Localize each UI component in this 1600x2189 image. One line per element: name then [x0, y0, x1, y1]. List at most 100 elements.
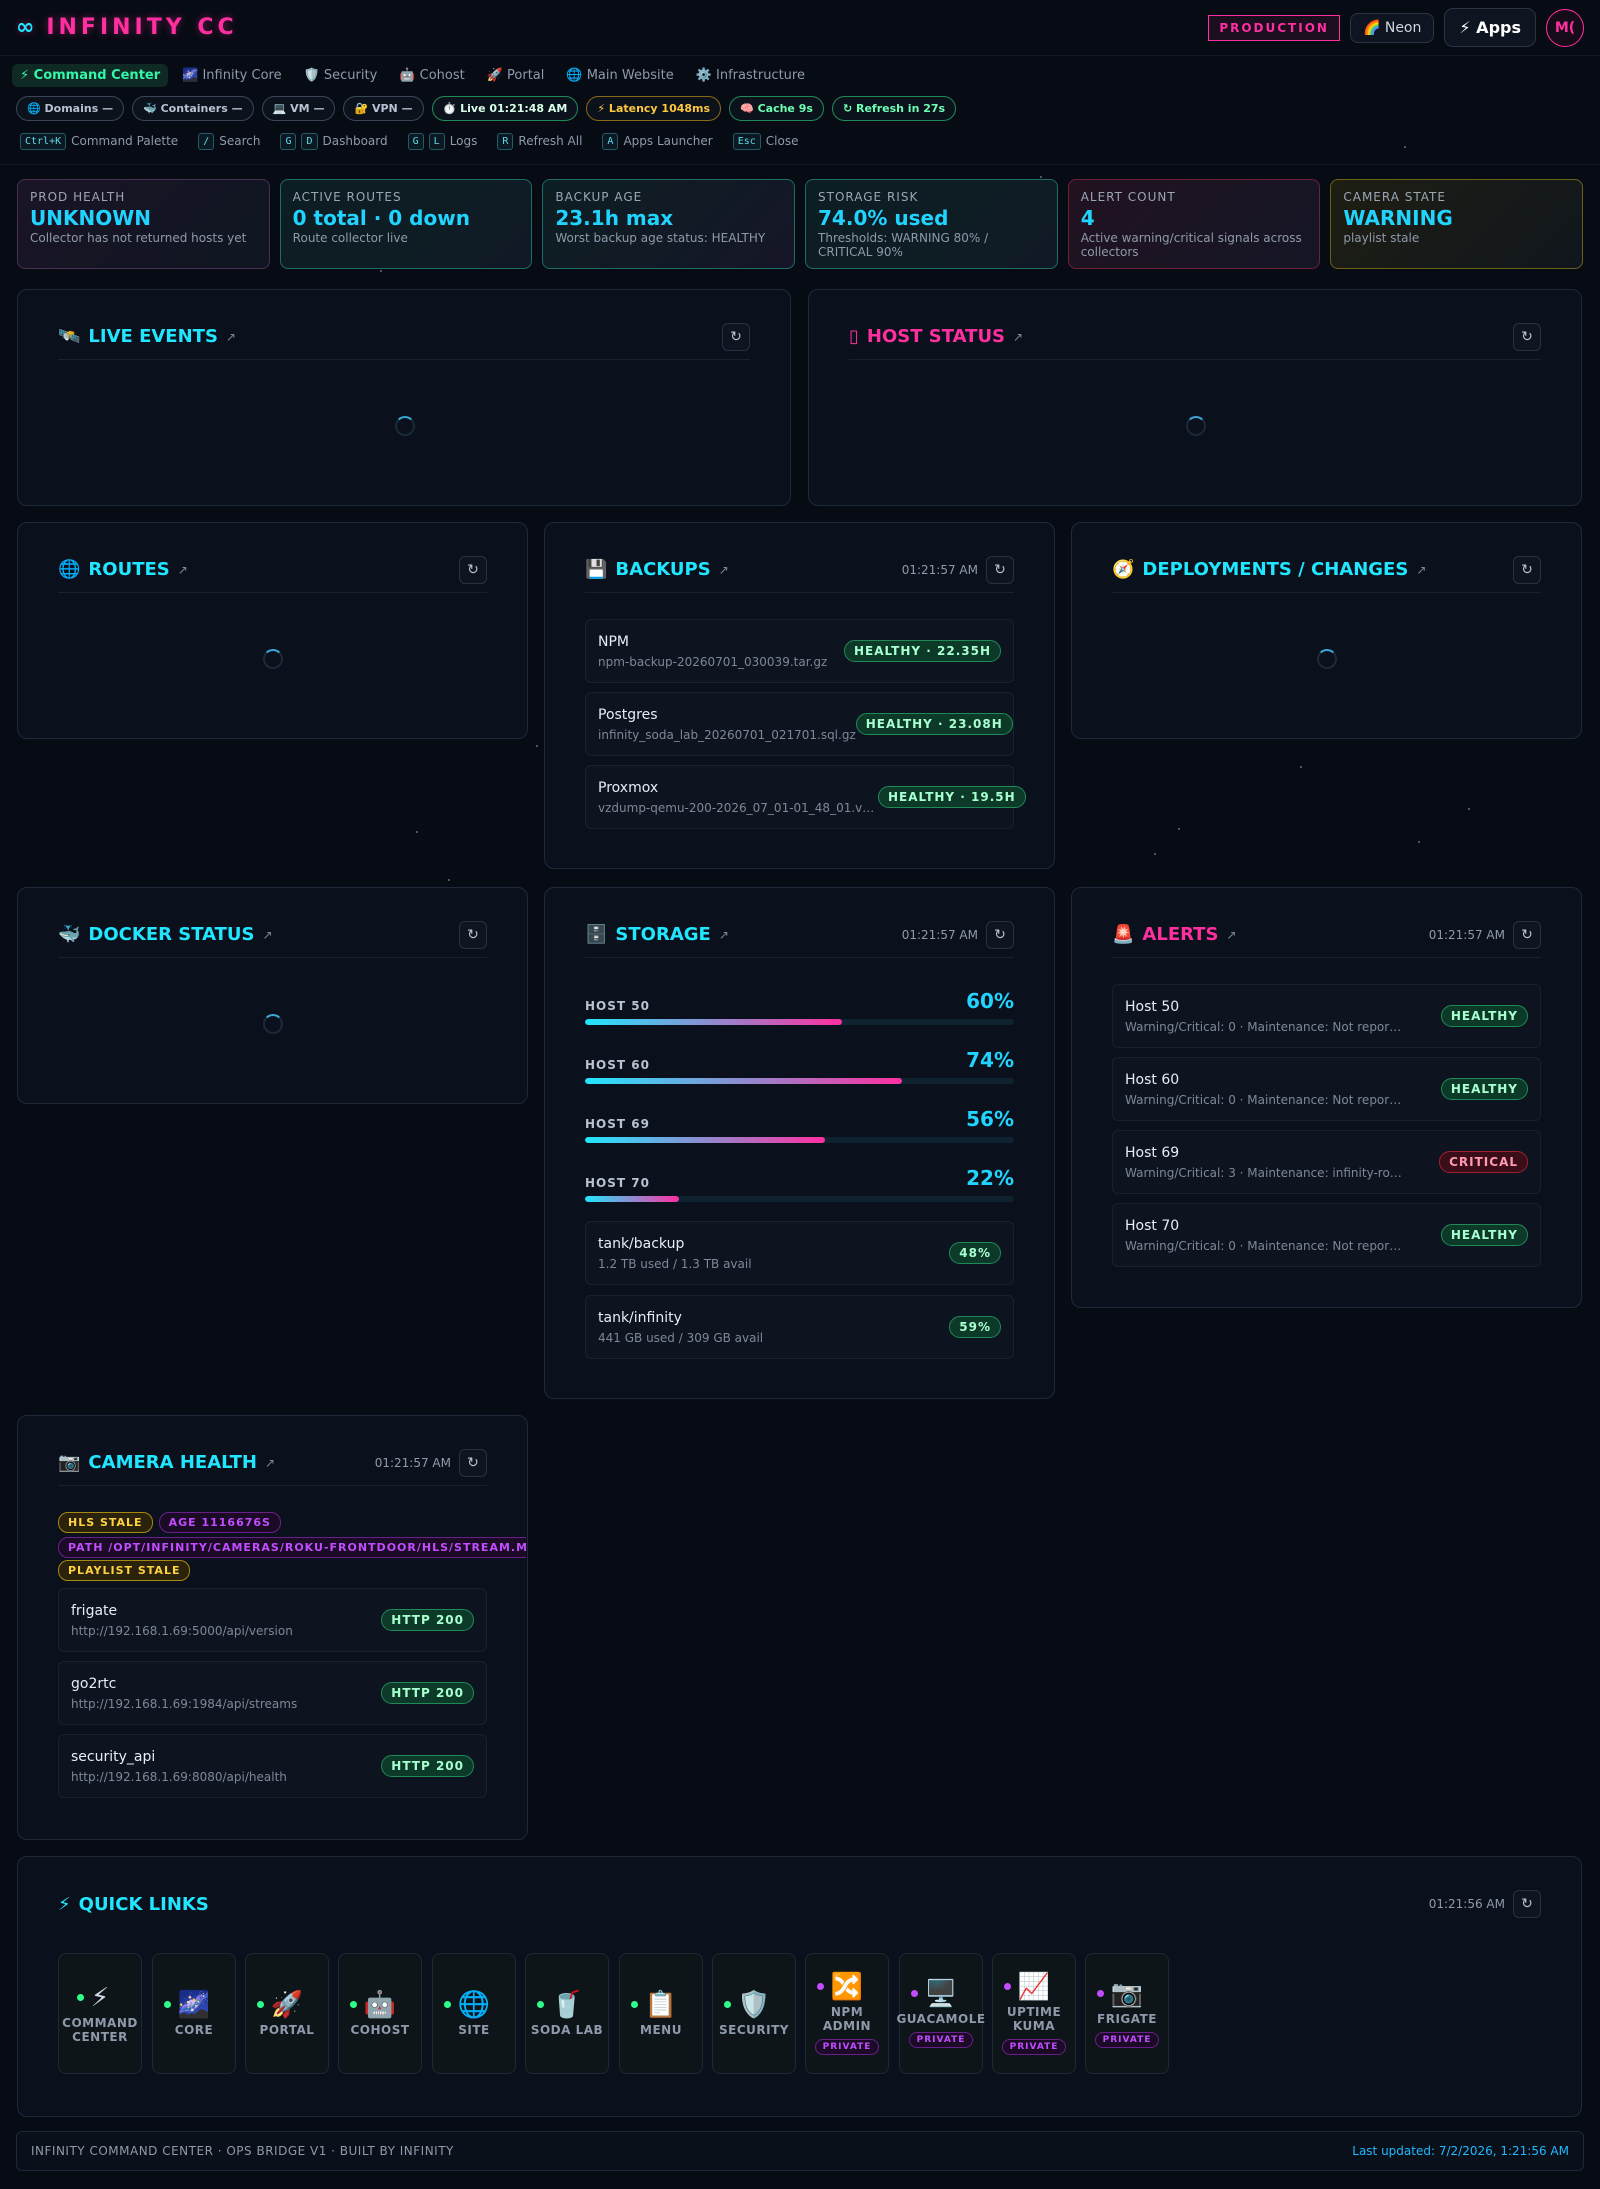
refresh-countdown-chip[interactable]: ↻ Refresh in 27s — [831, 95, 957, 121]
external-link-icon[interactable]: ↗ — [226, 330, 236, 344]
tab-infinity-core[interactable]: 🌌 Infinity Core — [174, 64, 289, 87]
refresh-button[interactable]: ↻ — [986, 920, 1014, 949]
panel-title[interactable]: QUICK LINKS — [79, 1894, 209, 1915]
external-link-icon[interactable]: ↗ — [178, 563, 188, 577]
backup-row[interactable]: NPM npm-backup-20260701_030039.tar.gz HEA… — [585, 619, 1014, 683]
status-badge: HEALTHY · 23.08H — [855, 713, 1013, 735]
backup-row[interactable]: Proxmox vzdump-qemu-200-2026_07_01-01_48_… — [585, 765, 1026, 829]
quick-link-site[interactable]: 🌐 SITE — [432, 1953, 516, 2074]
quick-link-label: UPTIME KUMA — [1006, 2005, 1062, 2033]
theme-toggle-button[interactable]: 🌈 Neon — [1349, 12, 1435, 43]
refresh-button[interactable]: ↻ — [986, 555, 1014, 584]
refresh-button[interactable]: ↻ — [722, 322, 750, 351]
quick-link-soda-lab[interactable]: 🥤 SODA LAB — [525, 1953, 609, 2074]
status-badge: CRITICAL — [1439, 1151, 1528, 1173]
avatar[interactable]: M( — [1546, 8, 1584, 47]
kbd-key: R — [497, 132, 514, 150]
stat-value: 0 total · 0 down — [292, 206, 470, 230]
status-dot — [163, 2001, 171, 2008]
refresh-button[interactable]: ↻ — [1513, 555, 1541, 584]
quick-link-core[interactable]: 🌌 CORE — [152, 1953, 236, 2074]
external-link-icon[interactable]: ↗ — [719, 563, 729, 577]
external-link-icon[interactable]: ↗ — [1013, 330, 1023, 344]
panel-title[interactable]: DOCKER STATUS — [88, 924, 254, 945]
refresh-button[interactable]: ↻ — [1513, 322, 1541, 351]
loading-spinner — [1317, 649, 1337, 669]
service-name: security_api — [71, 1748, 156, 1765]
domains-chip[interactable]: 🌐 Domains — — [16, 95, 125, 121]
stat-camera-state[interactable]: CAMERA STATE WARNING playlist stale — [1330, 179, 1584, 269]
quick-link-cohost[interactable]: 🤖 COHOST — [338, 1953, 422, 2074]
refresh-button[interactable]: ↻ — [1513, 1890, 1541, 1918]
stat-prod-health[interactable]: PROD HEALTH UNKNOWN Collector has not re… — [17, 179, 270, 269]
panel-title[interactable]: STORAGE — [615, 924, 710, 945]
stat-backup-age[interactable]: BACKUP AGE 23.1h max Worst backup age st… — [542, 179, 796, 269]
stat-active-routes[interactable]: ACTIVE ROUTES 0 total · 0 down Route col… — [279, 179, 533, 269]
refresh-button[interactable]: ↻ — [459, 555, 487, 584]
tab-security[interactable]: 🛡️ Security — [296, 64, 386, 87]
vm-chip[interactable]: 💻 VM — — [261, 95, 336, 121]
quick-link-guacamole[interactable]: 🖥️ GUACAMOLE PRIVATE — [896, 1953, 985, 2074]
tab-portal[interactable]: 🚀 Portal — [479, 64, 553, 87]
camera-health-panel: 📷 CAMERA HEALTH ↗ 01:21:57 AM ↻ HLS STALE A… — [17, 1415, 528, 1840]
panel-title[interactable]: ROUTES — [88, 559, 169, 580]
shuffle-icon: 🔀 — [830, 1972, 864, 2002]
quick-link-uptime-kuma[interactable]: 📈 UPTIME KUMA PRIVATE — [992, 1953, 1076, 2074]
external-link-icon[interactable]: ↗ — [1226, 928, 1236, 942]
alert-host: Host 60 — [1125, 1071, 1180, 1088]
alert-row[interactable]: Host 69 Warning/Critical: 3 · Maintenance… — [1112, 1130, 1541, 1194]
refresh-button[interactable]: ↻ — [1513, 920, 1541, 949]
shortcut-label: Apps Launcher — [623, 134, 713, 148]
status-dot — [816, 1983, 824, 1990]
progress-track — [585, 1196, 1014, 1202]
shortcut-logs: G L Logs — [407, 132, 477, 150]
service-row[interactable]: security_api http://192.168.1.69:8080/api… — [58, 1734, 487, 1798]
apps-button[interactable]: ⚡ Apps — [1444, 8, 1536, 47]
playlist-stale-tag: PLAYLIST STALE — [58, 1560, 191, 1581]
stat-storage-risk[interactable]: STORAGE RISK 74.0% used Thresholds: WARN… — [805, 179, 1058, 269]
status-dot — [910, 1990, 918, 1997]
alert-row[interactable]: Host 60 Warning/Critical: 0 · Maintenance… — [1112, 1057, 1541, 1121]
external-link-icon[interactable]: ↗ — [1416, 563, 1426, 577]
service-row[interactable]: go2rtc http://192.168.1.69:1984/api/strea… — [58, 1661, 487, 1725]
live-clock-chip: ⏱️ Live 01:21:48 AM — [431, 95, 579, 121]
tab-command-center[interactable]: ⚡ Command Center — [12, 63, 169, 87]
storage-pool-row[interactable]: tank/infinity 441 GB used / 309 GB avail … — [585, 1295, 1014, 1359]
alert-row[interactable]: Host 70 Warning/Critical: 0 · Maintenance… — [1112, 1203, 1541, 1267]
containers-chip[interactable]: 🐳 Containers — — [132, 95, 254, 121]
quick-link-npm-admin[interactable]: 🔀 NPM ADMIN PRIVATE — [805, 1953, 889, 2074]
quick-link-command-center[interactable]: ⚡ COMMAND CENTER — [58, 1953, 142, 2074]
quick-link-menu[interactable]: 📋 MENU — [619, 1953, 703, 2074]
storage-pool-row[interactable]: tank/backup 1.2 TB used / 1.3 TB avail 48… — [585, 1221, 1014, 1285]
panel-title[interactable]: CAMERA HEALTH — [88, 1452, 257, 1473]
quick-link-label: SODA LAB — [530, 2023, 604, 2037]
stat-alert-count[interactable]: ALERT COUNT 4 Active warning/critical si… — [1067, 179, 1321, 269]
panel-title[interactable]: ALERTS — [1142, 924, 1218, 945]
tab-infrastructure[interactable]: ⚙️ Infrastructure — [688, 64, 813, 87]
refresh-button[interactable]: ↻ — [459, 920, 487, 949]
alert-row[interactable]: Host 50 Warning/Critical: 0 · Maintenance… — [1112, 984, 1541, 1048]
quick-link-frigate[interactable]: 📷 FRIGATE PRIVATE — [1085, 1953, 1169, 2074]
backup-name: NPM — [598, 633, 629, 650]
lightning-icon: ⚡ — [58, 1893, 71, 1915]
stat-sub: playlist stale — [1343, 231, 1420, 245]
service-row[interactable]: frigate http://192.168.1.69:5000/api/vers… — [58, 1588, 487, 1652]
quick-link-security[interactable]: 🛡️ SECURITY — [712, 1953, 796, 2074]
backup-row[interactable]: Postgres infinity_soda_lab_20260701_02170… — [585, 692, 1014, 756]
external-link-icon[interactable]: ↗ — [265, 1456, 275, 1470]
panel-title[interactable]: BACKUPS — [615, 559, 710, 580]
panel-title[interactable]: HOST STATUS — [867, 326, 1005, 347]
panel-title[interactable]: LIVE EVENTS — [88, 326, 218, 347]
vpn-chip[interactable]: 🔐 VPN — — [343, 95, 424, 121]
quick-link-portal[interactable]: 🚀 PORTAL — [245, 1953, 329, 2074]
tab-main-website[interactable]: 🌐 Main Website — [558, 64, 681, 87]
brand-logo[interactable]: ∞ INFINITY CC — [16, 15, 238, 40]
panel-title[interactable]: DEPLOYMENTS / CHANGES — [1142, 559, 1408, 580]
external-link-icon[interactable]: ↗ — [262, 928, 272, 942]
external-link-icon[interactable]: ↗ — [719, 928, 729, 942]
tab-cohost[interactable]: 🤖 Cohost — [391, 64, 472, 87]
header-divider — [0, 164, 1600, 165]
alert-detail: Warning/Critical: 3 · Maintenance: infin… — [1125, 1165, 1405, 1180]
shortcut-label: Dashboard — [322, 134, 388, 148]
refresh-button[interactable]: ↻ — [459, 1448, 487, 1477]
